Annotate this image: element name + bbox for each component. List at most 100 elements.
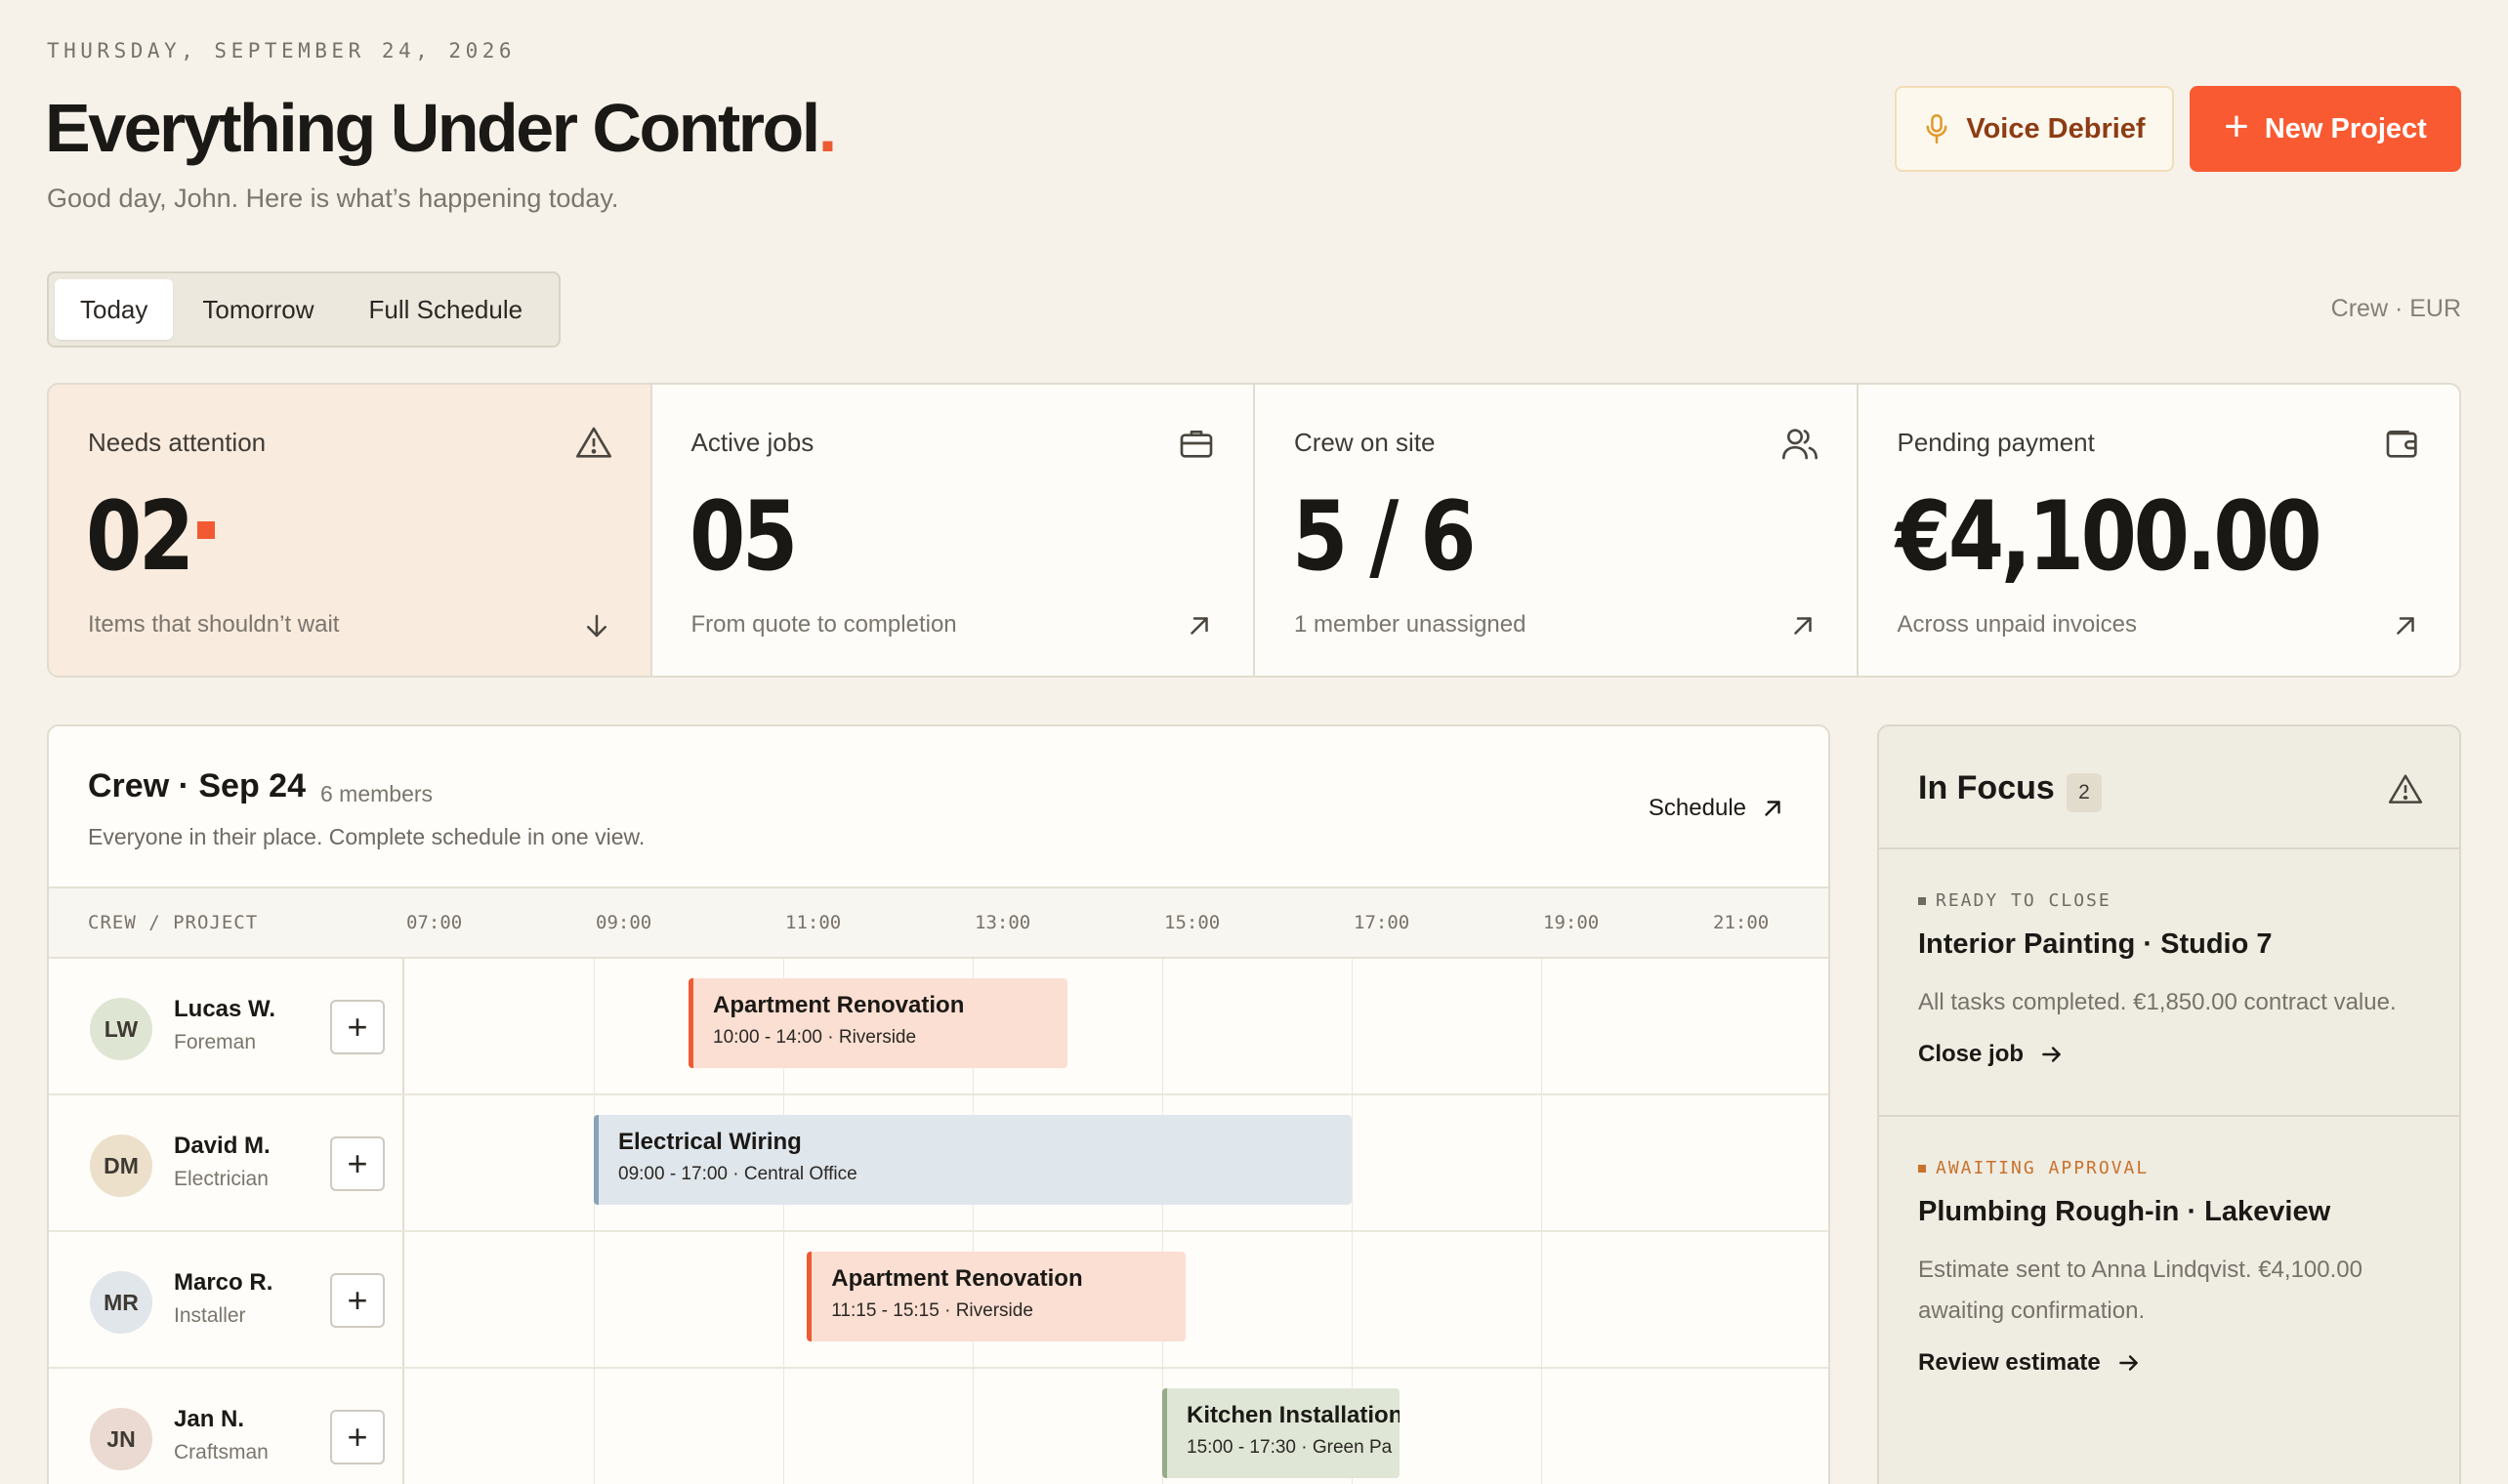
arrow-up-right-icon [1191,617,1208,635]
schedule-link[interactable]: Schedule [1649,795,1785,822]
stat-crew-on-site[interactable]: Crew on site 5 / 6 1 member unassigned [1255,385,1859,676]
job-time-location: 09:00 - 17:00 · Central Office [618,1164,857,1184]
avatar: MR [90,1271,152,1334]
hour-label: 19:00 [1543,912,1600,933]
crew-member-role: Installer [174,1304,246,1327]
voice-debrief-label: Voice Debrief [1966,112,2146,144]
plus-icon: + [2224,103,2249,150]
stat-description: From quote to completion [690,611,957,638]
crew-schedule-panel: Crew · Sep 24 6 members Everyone in thei… [47,724,1830,1484]
crew-member-role: Craftsman [174,1441,269,1463]
add-assignment-button[interactable]: + [330,1000,385,1054]
job-bar[interactable]: Apartment Renovation 11:15 - 15:15 · Rive… [807,1252,1187,1341]
arrow-down-icon [586,614,606,638]
focus-item: AWAITING APPROVAL Plumbing Rough-in · La… [1918,1158,2436,1377]
date-tabs: Today Tomorrow Full Schedule [47,271,561,348]
crew-row: LW Lucas W. Foreman + Apartment Renovation 10… [49,959,1828,1095]
divider [1879,847,2459,849]
column-header: CREW / PROJECT [88,912,259,933]
page-title-text: Everything Under Control [45,90,820,166]
timeline-header: CREW / PROJECT 07:00 09:00 11:00 13:00 15:00… [49,886,1828,959]
crew-subtitle: Everyone in their place. Complete schedu… [88,824,646,849]
review-estimate-label: Review estimate [1918,1349,2101,1376]
hour-label: 21:00 [1713,912,1770,933]
review-estimate-link[interactable]: Review estimate [1918,1349,2436,1377]
tab-tomorrow[interactable]: Tomorrow [177,279,339,340]
focus-item: READY TO CLOSE Interior Painting · Studi… [1918,890,2436,1068]
voice-debrief-button[interactable]: Voice Debrief [1895,86,2174,172]
hour-label: 11:00 [785,912,842,933]
focus-item-tag-text: AWAITING APPROVAL [1936,1158,2150,1178]
stat-description: 1 member unassigned [1294,611,1526,638]
stats-row: Needs attention 02 Items that shouldn’t … [47,383,2461,678]
hour-label: 09:00 [596,912,652,933]
add-assignment-button[interactable]: + [330,1136,385,1191]
job-time-location: 15:00 - 17:30 · Green Pa [1187,1437,1393,1458]
crew-member-name: Marco R. [174,1269,273,1296]
page-subtitle: Good day, John. Here is what’s happening… [47,184,619,213]
stat-pending-payment[interactable]: Pending payment €4,100.00 Across unpaid … [1859,385,2460,676]
focus-item-tag: AWAITING APPROVAL [1918,1158,2436,1178]
crew-member-role: Electrician [174,1168,269,1190]
job-time-location: 11:15 - 15:15 · Riverside [831,1300,1033,1321]
dashboard-page: THURSDAY, SEPTEMBER 24, 2026 Everything … [0,0,2508,1484]
stat-label: Needs attention [88,428,267,457]
in-focus-panel: In Focus 2 READY TO CLOSE Interior Paint… [1877,724,2461,1484]
alert-marker [197,521,215,539]
arrow-up-right-icon [1793,617,1812,635]
crew-row: JN Jan N. Craftsman + Kitchen Installation 15… [49,1369,1828,1484]
crew-title: Crew · Sep 24 [88,767,306,804]
crew-row: MR Marco R. Installer + Apartment Renovation… [49,1232,1828,1369]
stat-value: 05 [689,481,798,593]
stat-value: €4,100.00 [1895,481,2322,593]
crew-member-name: David M. [174,1133,271,1159]
focus-item-description: All tasks completed. €1,850.00 contract … [1918,989,2397,1015]
add-assignment-button[interactable]: + [330,1273,385,1328]
arrow-up-right-icon [1765,801,1780,816]
new-project-button[interactable]: + New Project [2190,86,2461,172]
microphone-icon [1926,114,1947,144]
stat-label: Crew on site [1294,428,1436,457]
warning-icon [575,427,611,458]
hour-label: 13:00 [975,912,1031,933]
crew-member-name: Lucas W. [174,996,276,1022]
arrow-right-icon [2118,1355,2138,1371]
job-title: Kitchen Installation [1187,1402,1400,1428]
job-bar[interactable]: Apartment Renovation 10:00 - 14:00 · Rive… [689,978,1067,1068]
stat-value: 5 / 6 [1292,481,1477,593]
avatar: JN [90,1408,152,1470]
briefcase-icon [1180,431,1213,458]
crew-member-name: Jan N. [174,1406,245,1432]
job-bar[interactable]: Electrical Wiring 09:00 - 17:00 · Central… [594,1115,1352,1205]
focus-item-tag: READY TO CLOSE [1918,890,2436,911]
new-project-label: New Project [2264,112,2427,144]
crew-member-count: 6 members [320,781,434,806]
users-icon [1781,429,1818,460]
avatar: DM [90,1134,152,1197]
stat-description: Across unpaid invoices [1897,611,2137,638]
title-dot: . [817,90,837,166]
page-title: Everything Under Control. [45,86,837,170]
job-bar[interactable]: Kitchen Installation 15:00 - 17:30 · Gree… [1162,1388,1400,1478]
hour-label: 07:00 [406,912,463,933]
focus-item-title: Plumbing Rough-in · Lakeview [1918,1196,2331,1227]
stat-active-jobs[interactable]: Active jobs 05 From quote to completion [652,385,1255,676]
stat-value: 02 [86,481,194,593]
job-title: Apartment Renovation [713,992,965,1018]
focus-item-title: Interior Painting · Studio 7 [1918,928,2273,960]
context-label: Crew · EUR [2330,295,2461,322]
add-assignment-button[interactable]: + [330,1410,385,1464]
in-focus-title: In Focus [1918,769,2055,806]
stat-needs-attention[interactable]: Needs attention 02 Items that shouldn’t … [49,385,652,676]
tab-today[interactable]: Today [55,279,174,340]
stat-description: Items that shouldn’t wait [88,611,340,638]
close-job-link[interactable]: Close job [1918,1041,2436,1068]
job-title: Electrical Wiring [618,1129,802,1155]
tab-full-schedule[interactable]: Full Schedule [344,279,549,340]
status-marker [1918,1164,1926,1173]
avatar: LW [90,998,152,1060]
focus-item-tag-text: READY TO CLOSE [1936,890,2111,911]
crew-row: DM David M. Electrician + Electrical Wiring 0… [49,1095,1828,1232]
arrow-right-icon [2042,1047,2061,1062]
hour-label: 15:00 [1164,912,1221,933]
